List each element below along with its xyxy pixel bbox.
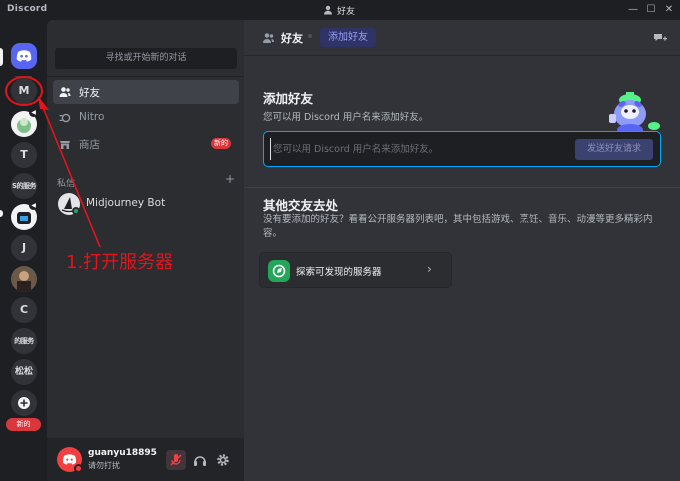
gear-icon (217, 454, 229, 466)
speaker-icon: ◀ (29, 201, 38, 210)
server-c[interactable]: C (11, 297, 37, 323)
friends-icon (323, 5, 333, 15)
title-bar: Discord 好友 — ☐ ✕ (0, 0, 680, 20)
shop-new-badge: 新的 (211, 138, 231, 149)
add-server-button[interactable] (11, 390, 37, 416)
dm-item-midjourney[interactable]: Midjourney Bot (53, 191, 239, 217)
main-content: 好友 添加好友 添加好友 您可以用 Discord 用户名来添加好友。 发送好友… (244, 20, 680, 481)
mute-mic-button[interactable] (166, 450, 186, 470)
selected-indicator (0, 48, 3, 66)
other-places-description: 没有要添加的好友？看看公开服务器列表吧，其中包括游戏、烹饪、音乐、动漫等更多精彩… (263, 214, 653, 239)
mic-muted-icon (170, 454, 182, 466)
section-divider (244, 187, 680, 188)
compass-icon (268, 260, 290, 282)
headphones-icon (194, 456, 206, 466)
nav-shop[interactable]: 商店 新的 (53, 132, 239, 156)
unread-indicator (0, 210, 3, 217)
new-group-dm-button[interactable] (653, 32, 667, 44)
nav-friends[interactable]: 好友 (53, 80, 239, 104)
settings-button[interactable] (213, 450, 233, 470)
nav-friends-label: 好友 (79, 87, 100, 99)
window-title: 好友 (337, 7, 356, 17)
minimize-button[interactable]: — (625, 2, 641, 18)
add-friend-title: 添加好友 (263, 91, 314, 106)
username: guanyu18895 (88, 448, 157, 458)
new-group-icon (654, 34, 667, 41)
explore-servers-label: 探索可发现的服务器 (296, 267, 382, 278)
nav-nitro-label: Nitro (79, 111, 105, 123)
annotation-label: 1.打开服务器 (66, 252, 174, 273)
dm-name: Midjourney Bot (86, 197, 166, 209)
add-friend-description: 您可以用 Discord 用户名来添加好友。 (263, 112, 429, 123)
server-t[interactable]: T (11, 142, 37, 168)
user-status-text: 请勿打扰 (88, 461, 120, 470)
dnd-status-dot (74, 464, 83, 473)
dm-header: 私信 (57, 179, 76, 189)
maximize-button[interactable]: ☐ (643, 2, 659, 18)
header-separator (308, 34, 312, 38)
other-places-title: 其他交友去处 (263, 198, 339, 213)
sidebar-divider (47, 76, 244, 77)
deafen-button[interactable] (190, 450, 210, 470)
speaker-icon: ◀ (29, 108, 38, 117)
main-header: 好友 添加好友 (244, 20, 680, 56)
friends-icon (59, 86, 71, 98)
server-avatar-3[interactable] (11, 266, 37, 292)
app-name: Discord (7, 4, 48, 14)
add-friend-box: 发送好友请求 (263, 131, 661, 167)
username-input[interactable] (270, 138, 570, 160)
nitro-icon (59, 112, 71, 124)
user-panel: guanyu18895 请勿打扰 (47, 438, 244, 481)
nav-nitro[interactable]: Nitro (53, 106, 239, 130)
create-dm-button[interactable]: + (225, 172, 235, 186)
plus-icon (18, 397, 30, 409)
shop-icon (59, 138, 71, 150)
online-status-dot (72, 207, 80, 215)
nav-shop-label: 商店 (79, 139, 100, 151)
home-button[interactable] (11, 43, 37, 69)
server-de[interactable]: 的服务 (11, 328, 37, 354)
explore-servers-button[interactable]: 探索可发现的服务器 › (259, 252, 452, 288)
send-friend-request-button[interactable]: 发送好友请求 (575, 139, 653, 160)
annotation-circle (5, 76, 43, 106)
page-title: 好友 (281, 32, 303, 45)
find-conversation-button[interactable]: 寻找或开始新的对话 (55, 48, 237, 69)
new-badge: 新的 (6, 418, 41, 431)
chevron-right-icon: › (427, 262, 432, 276)
close-button[interactable]: ✕ (661, 2, 677, 18)
server-j[interactable]: J (11, 235, 37, 261)
server-s[interactable]: S的服务 (11, 173, 37, 199)
server-songsong[interactable]: 松松 (11, 359, 37, 385)
friends-icon (262, 32, 275, 44)
tab-add-friend[interactable]: 添加好友 (320, 28, 376, 47)
discord-logo-icon (16, 50, 32, 62)
